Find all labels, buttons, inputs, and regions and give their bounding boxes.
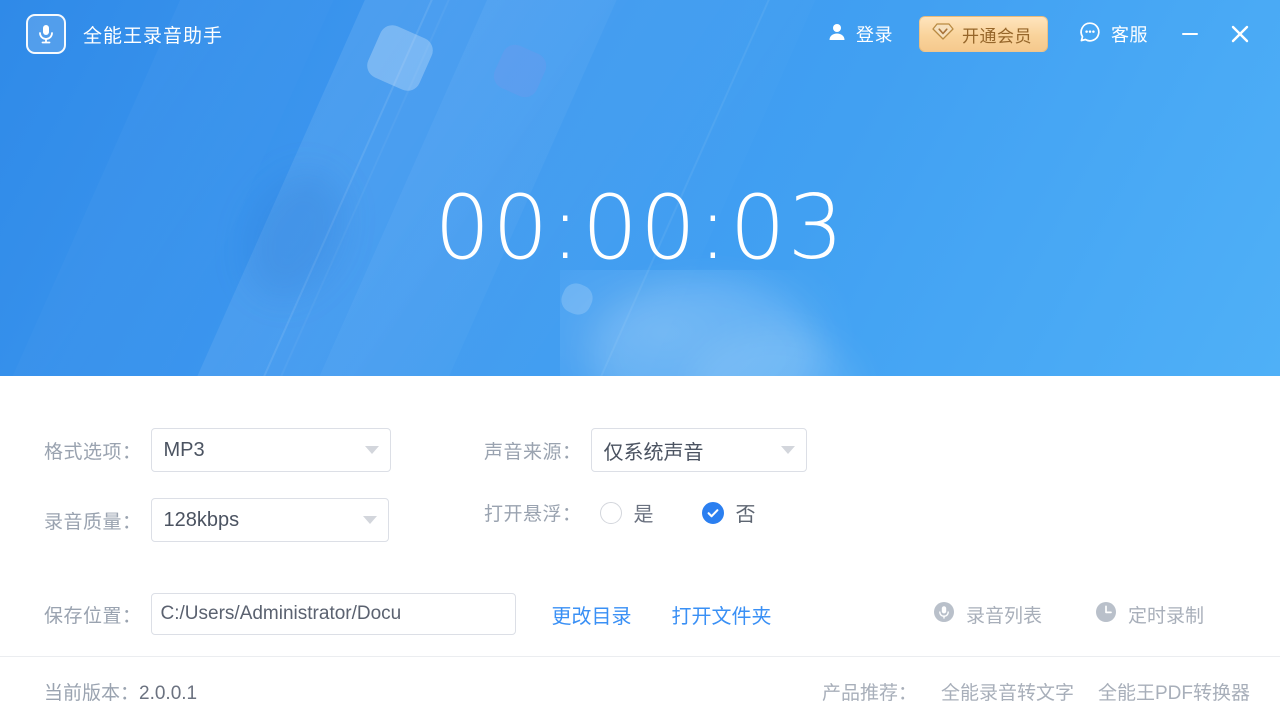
decor-blob xyxy=(590,280,820,376)
promo-item-pdf-converter[interactable]: 全能王PDF转换器 xyxy=(1098,678,1250,705)
user-icon xyxy=(827,22,847,47)
promo-title: 产品推荐： xyxy=(822,678,917,705)
promo-item-audio-to-text[interactable]: 全能录音转文字 xyxy=(941,678,1074,705)
version-info: 当前版本：2.0.0.1 xyxy=(44,678,197,705)
change-directory-link[interactable]: 更改目录 xyxy=(552,600,632,629)
mic-circle-icon xyxy=(932,600,956,629)
format-select[interactable]: MP3 xyxy=(151,428,391,472)
app-window: 全能王录音助手 登录 xyxy=(0,0,1280,720)
quality-label: 录音质量： xyxy=(44,507,142,534)
title-bar: 全能王录音助手 登录 xyxy=(0,0,1280,68)
sound-source-value: 仅系统声音 xyxy=(604,436,704,465)
sound-source-select[interactable]: 仅系统声音 xyxy=(591,428,807,472)
floating-window-row: 打开悬浮： 是 否 xyxy=(484,498,756,527)
format-label: 格式选项： xyxy=(44,437,142,464)
customer-service-button[interactable]: 客服 xyxy=(1078,20,1148,49)
decor-app-tile xyxy=(557,279,597,319)
format-value: MP3 xyxy=(164,439,205,462)
decor-blob xyxy=(690,330,860,376)
decor-hand-highlight xyxy=(560,270,860,376)
login-button[interactable]: 登录 xyxy=(827,21,893,47)
chevron-down-icon xyxy=(365,446,379,454)
chevron-down-icon xyxy=(363,516,377,524)
save-path-input[interactable]: C:/Users/Administrator/Docu xyxy=(151,593,516,635)
save-path-label: 保存位置： xyxy=(44,601,142,628)
recording-list-label: 录音列表 xyxy=(966,601,1042,628)
timed-record-button[interactable]: 定时录制 xyxy=(1094,600,1204,629)
footer: 当前版本：2.0.0.1 产品推荐： 全能录音转文字 全能王PDF转换器 xyxy=(0,656,1280,720)
save-path-value: C:/Users/Administrator/Docu xyxy=(161,603,402,625)
radio-checked-icon xyxy=(702,502,724,524)
floating-yes-radio[interactable]: 是 xyxy=(600,498,654,527)
floating-no-label: 否 xyxy=(736,498,756,527)
recording-timer: 00:00:03 xyxy=(0,176,1280,279)
open-folder-link[interactable]: 打开文件夹 xyxy=(672,600,772,629)
close-button[interactable] xyxy=(1220,14,1260,54)
microphone-icon xyxy=(26,14,66,54)
settings-panel: 格式选项： MP3 声音来源： 仅系统声音 录音质量： 128kbps 打开悬浮… xyxy=(0,376,1280,656)
headset-chat-icon xyxy=(1078,20,1102,49)
vip-label: 开通会员 xyxy=(962,22,1032,47)
chevron-down-icon xyxy=(781,446,795,454)
floating-window-label: 打开悬浮： xyxy=(484,499,582,526)
customer-service-label: 客服 xyxy=(1111,21,1148,47)
open-vip-button[interactable]: 开通会员 xyxy=(919,16,1048,52)
quality-row: 录音质量： 128kbps xyxy=(44,498,389,542)
login-label: 登录 xyxy=(856,21,893,47)
titlebar-actions: 登录 开通会员 xyxy=(827,14,1260,54)
minimize-button[interactable] xyxy=(1170,14,1210,54)
floating-no-radio[interactable]: 否 xyxy=(702,498,756,527)
brand: 全能王录音助手 xyxy=(26,14,223,54)
sound-source-label: 声音来源： xyxy=(484,437,582,464)
save-path-row: 保存位置： C:/Users/Administrator/Docu 更改目录 打… xyxy=(44,593,772,635)
sound-source-row: 声音来源： 仅系统声音 xyxy=(484,428,807,472)
timed-record-label: 定时录制 xyxy=(1128,601,1204,628)
app-title: 全能王录音助手 xyxy=(83,21,223,48)
diamond-icon xyxy=(932,22,954,46)
quality-select[interactable]: 128kbps xyxy=(151,498,389,542)
version-value: 2.0.0.1 xyxy=(139,683,197,704)
version-label: 当前版本： xyxy=(44,683,139,704)
clock-icon xyxy=(1094,600,1118,629)
floating-yes-label: 是 xyxy=(634,498,654,527)
quality-value: 128kbps xyxy=(164,509,240,532)
hero-banner: 全能王录音助手 登录 xyxy=(0,0,1280,376)
product-recommendations: 产品推荐： 全能录音转文字 全能王PDF转换器 xyxy=(822,678,1250,705)
radio-circle-icon xyxy=(600,502,622,524)
format-row: 格式选项： MP3 xyxy=(44,428,391,472)
recording-list-button[interactable]: 录音列表 xyxy=(932,600,1042,629)
